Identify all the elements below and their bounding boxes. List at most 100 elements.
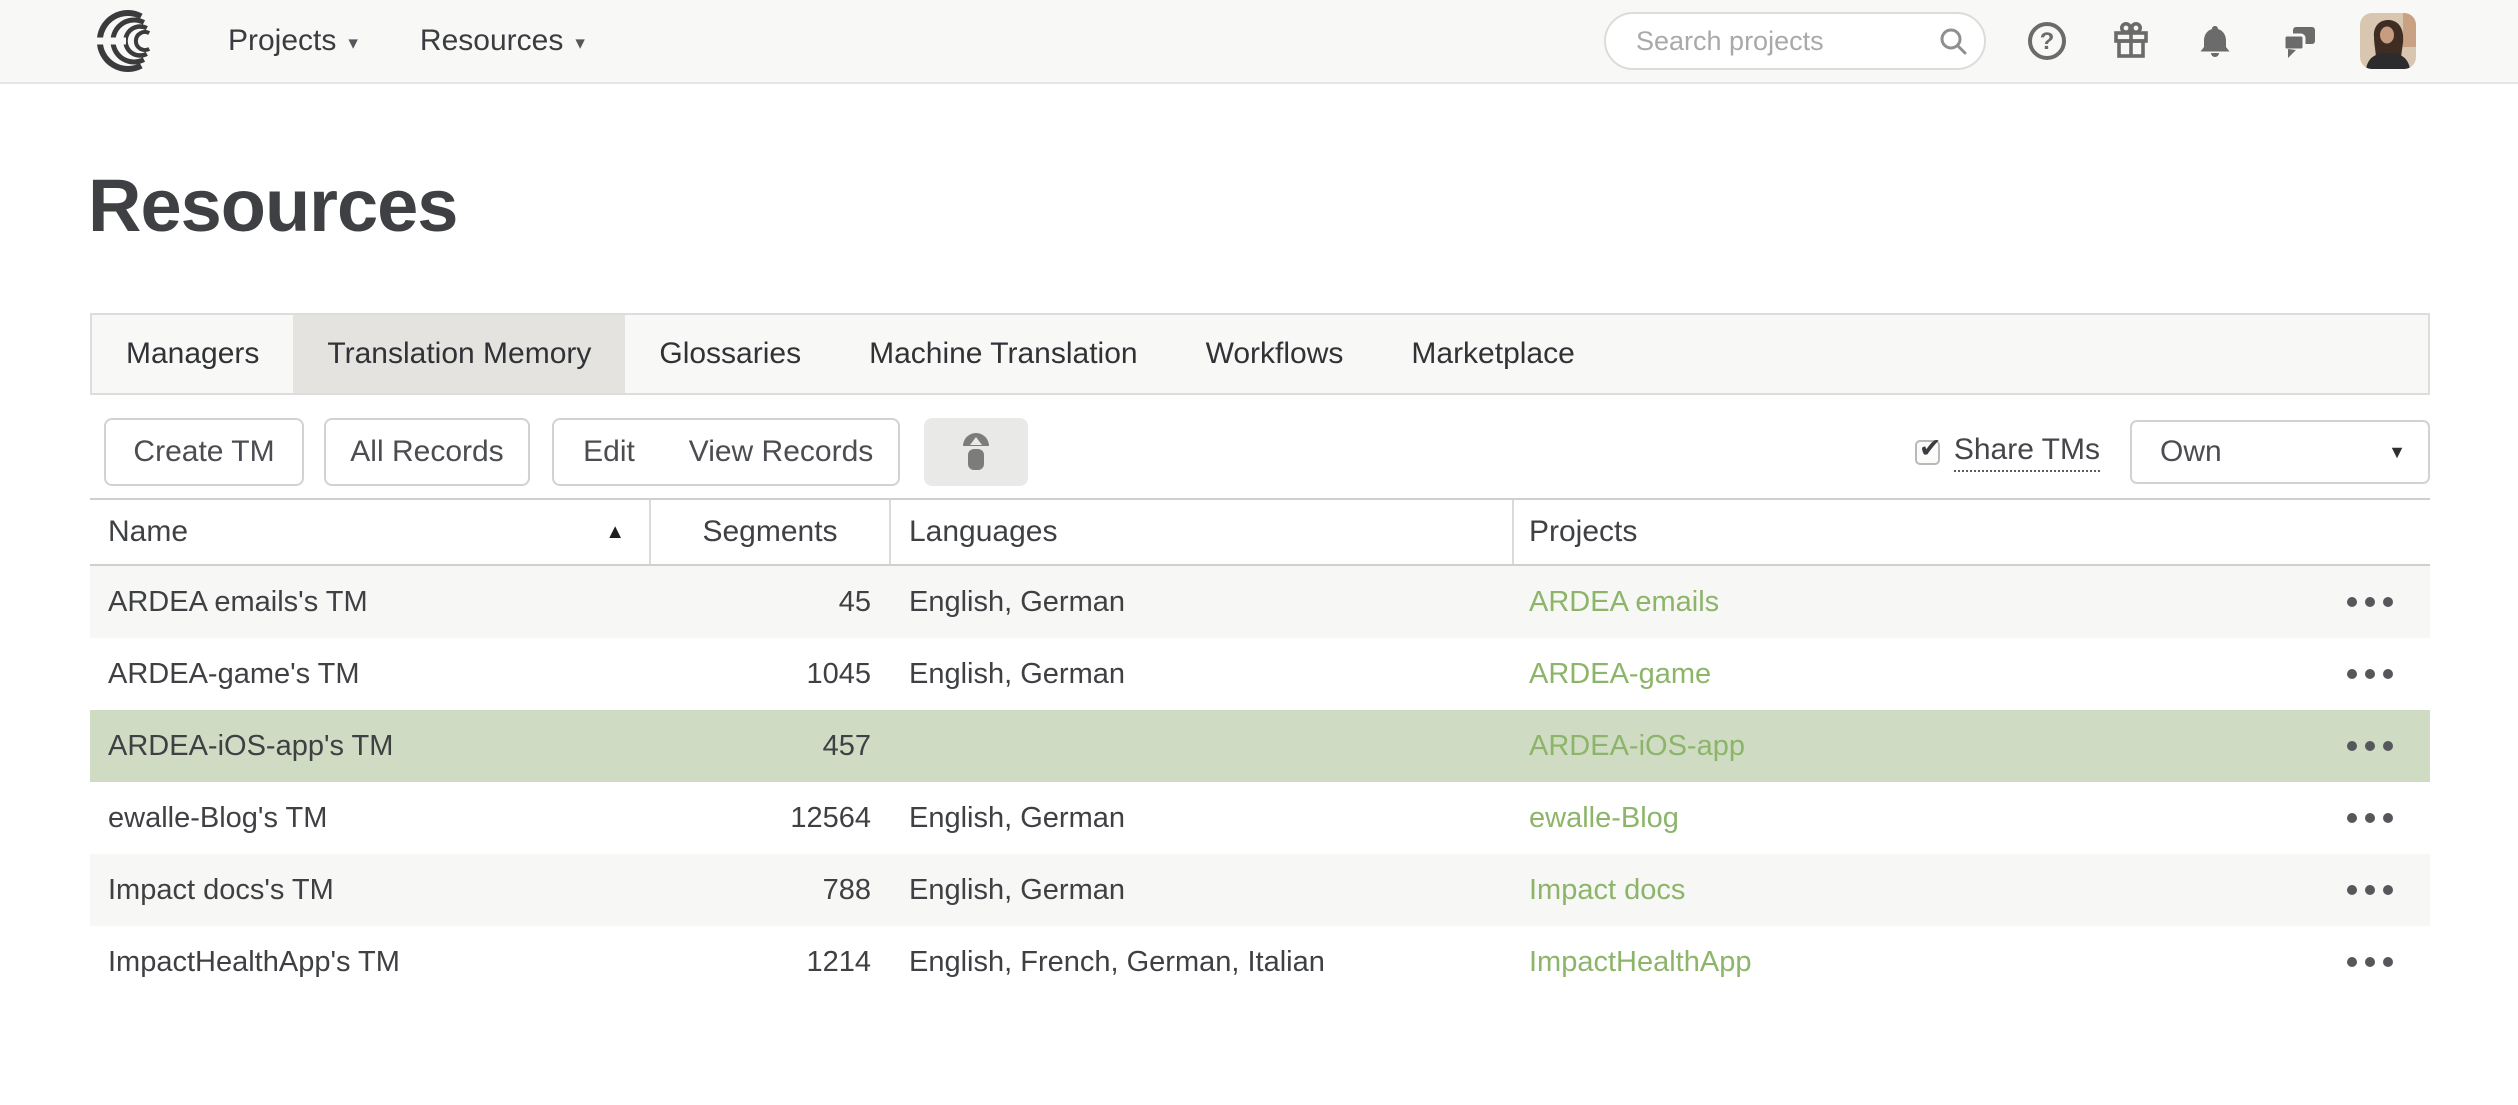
tm-languages: English, German (891, 874, 1514, 907)
tm-segments: 457 (651, 730, 891, 763)
nav-resources-label: Resources (420, 24, 563, 58)
tm-toolbar: Create TM All Records Edit View Records … (90, 418, 2430, 486)
table-row[interactable]: Impact docs's TM 788 English, German Imp… (90, 854, 2430, 926)
project-link[interactable]: ImpactHealthApp (1529, 946, 1751, 978)
nav-item-resources[interactable]: Resources ▾ (420, 24, 585, 58)
create-tm-button[interactable]: Create TM (104, 418, 304, 486)
tab-label: Workflows (1206, 337, 1344, 371)
share-tms-checkbox[interactable]: ✔ (1915, 440, 1940, 465)
column-header-languages[interactable]: Languages (891, 500, 1514, 564)
tm-segments: 1214 (651, 946, 891, 979)
column-header-segments[interactable]: Segments (651, 500, 891, 564)
tab-label: Translation Memory (327, 337, 591, 371)
question-circle-icon: ? (2024, 18, 2070, 64)
checkmark-icon: ✔ (1919, 433, 1942, 464)
top-bar: Projects ▾ Resources ▾ ? (0, 0, 2518, 84)
tab-label: Machine Translation (869, 337, 1137, 371)
share-tms-label[interactable]: Share TMs (1954, 433, 2100, 472)
tm-project-cell: ImpactHealthApp (1514, 946, 2310, 979)
edit-view-button-group: Edit View Records (552, 418, 900, 486)
tm-segments: 12564 (651, 802, 891, 835)
chevron-down-icon: ▾ (348, 27, 358, 55)
tm-menu-cell (2310, 875, 2430, 905)
delete-tm-button[interactable] (924, 418, 1028, 486)
tm-menu-cell (2310, 587, 2430, 617)
logo-swirl-icon (96, 9, 176, 73)
tm-name: Impact docs's TM (90, 874, 651, 907)
row-menu-button[interactable] (2341, 803, 2399, 833)
table-row[interactable]: ARDEA emails's TM 45 English, German ARD… (90, 566, 2430, 638)
chevron-down-icon: ▾ (575, 27, 585, 55)
tm-name: ImpactHealthApp's TM (90, 946, 651, 979)
row-menu-button[interactable] (2341, 731, 2399, 761)
column-header-name[interactable]: Name ▲ (90, 500, 651, 564)
tm-menu-cell (2310, 947, 2430, 977)
tm-languages: English, German (891, 586, 1514, 619)
messages-button[interactable] (2276, 18, 2322, 64)
search-box (1604, 12, 1986, 70)
project-link[interactable]: ewalle-Blog (1529, 802, 1679, 834)
table-row[interactable]: ImpactHealthApp's TM 1214 English, Frenc… (90, 926, 2430, 998)
all-records-button[interactable]: All Records (324, 418, 530, 486)
table-row[interactable]: ARDEA-game's TM 1045 English, German ARD… (90, 638, 2430, 710)
tab[interactable]: Workflows (1172, 315, 1378, 393)
project-link[interactable]: Impact docs (1529, 874, 1685, 906)
row-menu-button[interactable] (2341, 947, 2399, 977)
tm-table-header: Name ▲ Segments Languages Projects (90, 498, 2430, 566)
tm-project-cell: ARDEA-iOS-app (1514, 730, 2310, 763)
tm-segments: 788 (651, 874, 891, 907)
tm-name: ARDEA-game's TM (90, 658, 651, 691)
bell-icon (2192, 18, 2238, 64)
tm-segments: 1045 (651, 658, 891, 691)
nav-item-projects[interactable]: Projects ▾ (228, 24, 358, 58)
tm-name: ARDEA emails's TM (90, 586, 651, 619)
row-menu-button[interactable] (2341, 587, 2399, 617)
help-button[interactable]: ? (2024, 18, 2070, 64)
table-row[interactable]: ARDEA-iOS-app's TM 457 ARDEA-iOS-app (90, 710, 2430, 782)
scope-filter-select[interactable]: Own ▼ (2130, 420, 2430, 484)
tab[interactable]: Translation Memory (293, 315, 625, 393)
tm-languages: English, French, German, Italian (891, 946, 1514, 979)
app-logo[interactable] (96, 9, 176, 73)
main-nav: Projects ▾ Resources ▾ (228, 24, 585, 58)
project-link[interactable]: ARDEA-game (1529, 658, 1711, 690)
column-header-projects[interactable]: Projects (1514, 500, 2430, 564)
tm-name: ewalle-Blog's TM (90, 802, 651, 835)
tm-project-cell: ARDEA emails (1514, 586, 2310, 619)
tab-label: Marketplace (1411, 337, 1574, 371)
tab[interactable]: Machine Translation (835, 315, 1171, 393)
tab[interactable]: Managers (92, 315, 293, 393)
tm-project-cell: ewalle-Blog (1514, 802, 2310, 835)
table-row[interactable]: ewalle-Blog's TM 12564 English, German e… (90, 782, 2430, 854)
user-avatar[interactable] (2360, 13, 2416, 69)
resources-tabs: Managers Translation Memory Glossaries M… (90, 313, 2430, 395)
gifts-button[interactable] (2108, 18, 2154, 64)
project-link[interactable]: ARDEA emails (1529, 586, 1719, 618)
sort-ascending-icon: ▲ (605, 521, 625, 544)
view-records-button[interactable]: View Records (664, 420, 898, 484)
row-menu-button[interactable] (2341, 659, 2399, 689)
share-tms-cluster: ✔ Share TMs Own ▼ (1915, 420, 2430, 484)
tm-project-cell: ARDEA-game (1514, 658, 2310, 691)
search-input[interactable] (1604, 12, 1986, 70)
chat-bubbles-icon (2276, 18, 2322, 64)
tm-menu-cell (2310, 803, 2430, 833)
content-area: Resources Managers Translation Memory Gl… (90, 170, 2430, 998)
tab[interactable]: Glossaries (625, 315, 835, 393)
search-icon (1938, 26, 1968, 56)
nav-projects-label: Projects (228, 24, 336, 58)
topbar-right-cluster: ? (1604, 12, 2518, 70)
tm-table-body: ARDEA emails's TM 45 English, German ARD… (90, 566, 2430, 998)
tab-label: Managers (126, 337, 259, 371)
tm-menu-cell (2310, 659, 2430, 689)
gift-icon (2108, 18, 2154, 64)
notifications-button[interactable] (2192, 18, 2238, 64)
edit-button[interactable]: Edit (554, 420, 664, 484)
tab[interactable]: Marketplace (1377, 315, 1608, 393)
project-link[interactable]: ARDEA-iOS-app (1529, 730, 1745, 762)
tm-menu-cell (2310, 731, 2430, 761)
trash-icon (961, 432, 991, 472)
row-menu-button[interactable] (2341, 875, 2399, 905)
tab-label: Glossaries (659, 337, 801, 371)
tm-languages: English, German (891, 658, 1514, 691)
